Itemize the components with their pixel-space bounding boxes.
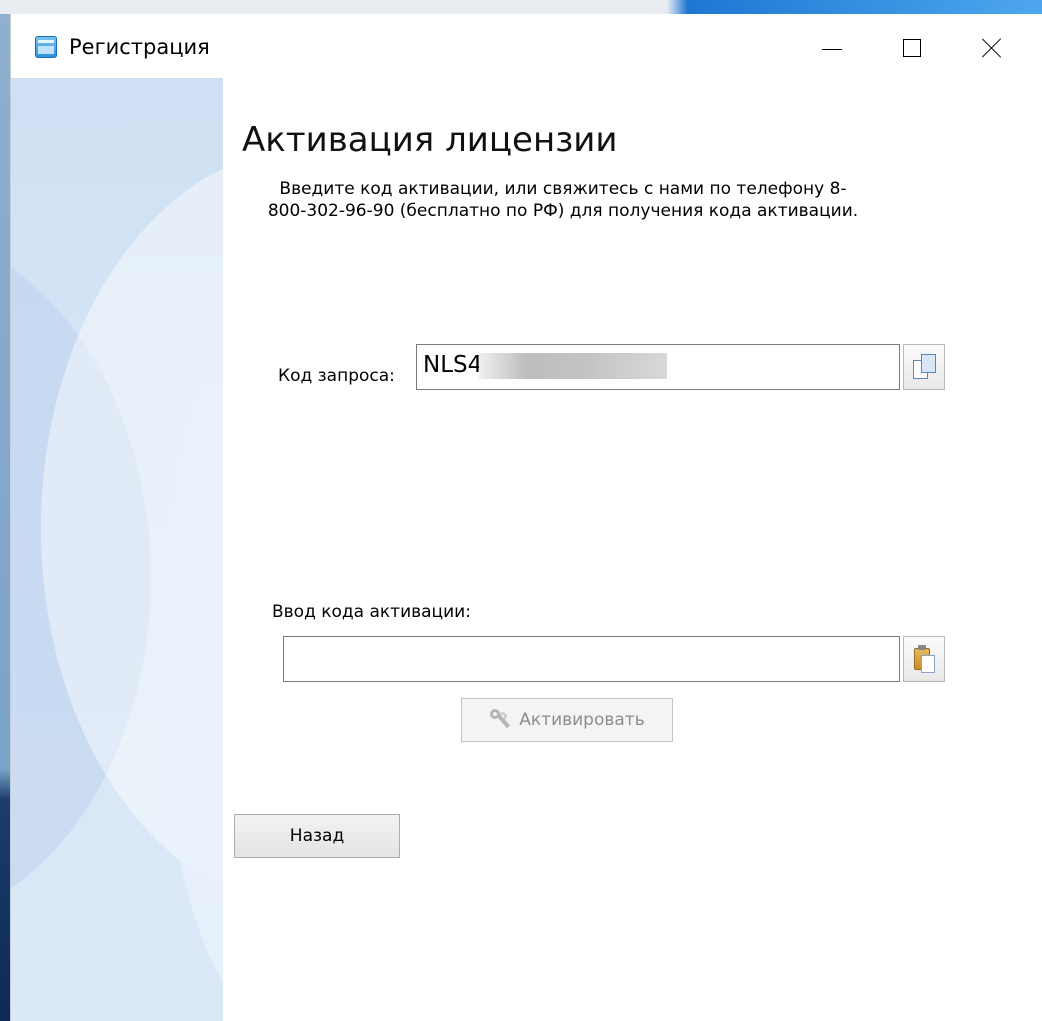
keys-icon (489, 708, 513, 732)
paste-icon-clip (918, 645, 926, 650)
minimize-icon (822, 48, 842, 50)
activation-code-label: Ввод кода активации: (272, 602, 471, 622)
request-code-value: NLS4 (423, 352, 483, 378)
title-bar[interactable]: Регистрация (11, 14, 1042, 78)
app-icon (35, 36, 57, 58)
desktop-background-top (0, 0, 1042, 14)
paste-icon (914, 645, 936, 673)
registration-window: Регистрация Активация лицензии Введите к… (10, 14, 1042, 1021)
paste-activation-code-button[interactable] (903, 636, 945, 682)
copy-request-code-button[interactable] (903, 344, 945, 390)
window-title: Регистрация (69, 35, 210, 59)
activation-content: Активация лицензии Введите код активации… (223, 78, 1042, 1021)
copy-icon (913, 354, 937, 380)
activation-code-input[interactable] (283, 636, 900, 682)
minimize-button[interactable] (804, 28, 860, 68)
activate-button[interactable]: Активировать (461, 698, 673, 742)
desktop-background-left (0, 14, 10, 1021)
activate-button-label: Активировать (519, 710, 645, 730)
close-button[interactable] (964, 28, 1020, 68)
screen: Регистрация Активация лицензии Введите к… (0, 0, 1042, 1021)
maximize-button[interactable] (884, 28, 940, 68)
paste-icon-paper (921, 655, 935, 673)
side-decoration-panel (11, 78, 223, 1021)
copy-icon-sheet (921, 354, 936, 373)
instructions-text: Введите код активации, или свяжитесь с н… (267, 179, 859, 221)
maximize-icon (903, 39, 921, 57)
request-code-label: Код запроса: (278, 366, 395, 386)
request-code-field[interactable]: NLS4 (416, 344, 900, 390)
back-button-label: Назад (289, 826, 345, 846)
redacted-region (479, 353, 667, 379)
page-title: Активация лицензии (242, 120, 618, 160)
close-icon (982, 38, 1002, 58)
back-button[interactable]: Назад (234, 814, 400, 858)
